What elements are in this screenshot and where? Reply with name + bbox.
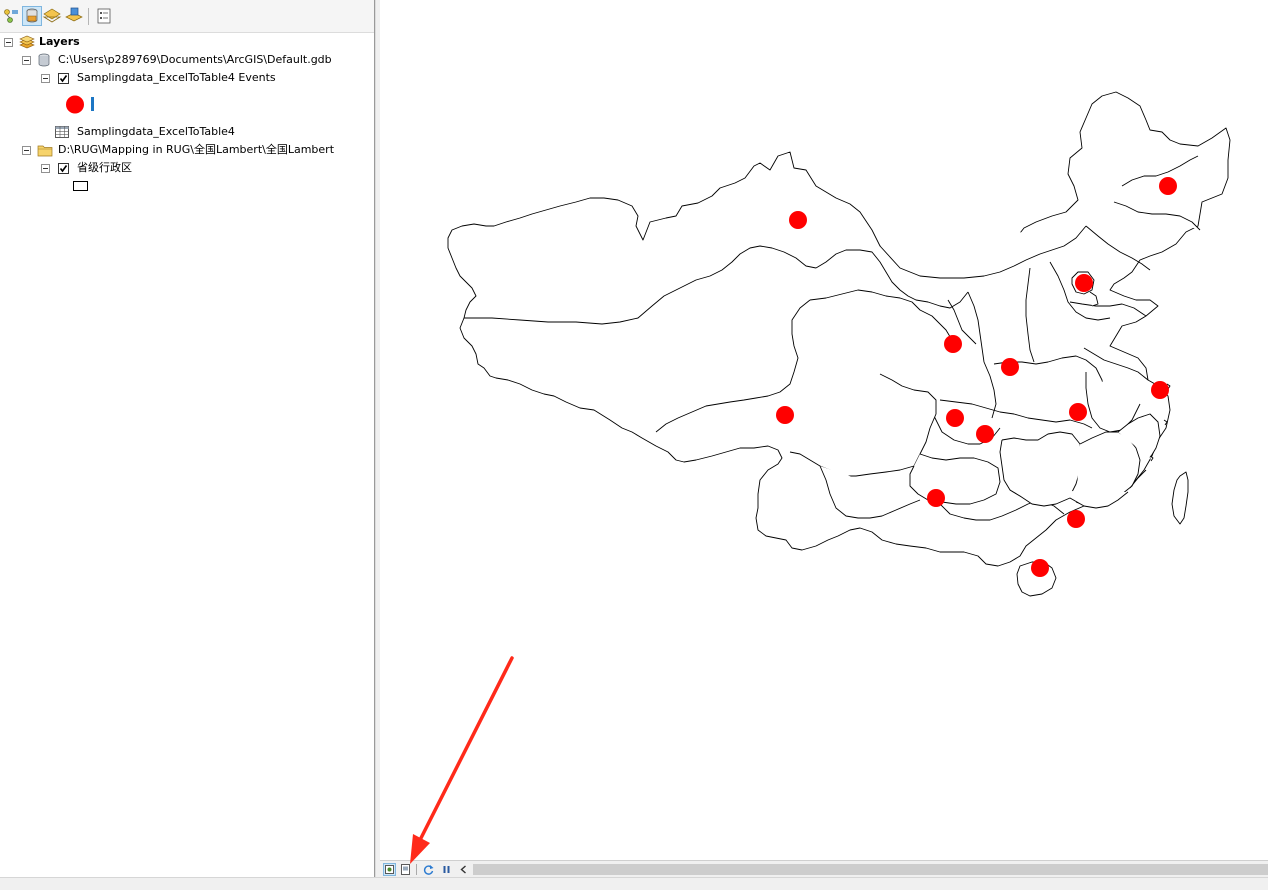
list-by-visibility-button[interactable]	[42, 6, 62, 26]
list-by-source-icon	[26, 8, 38, 23]
data-view-icon	[385, 865, 394, 874]
checkmark-icon	[59, 75, 68, 83]
geodatabase-icon	[38, 53, 50, 67]
list-by-selection-button[interactable]	[64, 6, 84, 26]
pause-drawing-icon	[443, 866, 450, 873]
province-guizhou-border	[909, 453, 1001, 505]
layout-view-button[interactable]	[399, 863, 412, 876]
collapse-layers-icon[interactable]	[4, 38, 13, 47]
sample-point-henan[interactable]	[1001, 358, 1019, 376]
province-taiwan	[1171, 471, 1189, 525]
standalone-table-node[interactable]: Samplingdata_ExcelToTable4	[0, 123, 370, 141]
table-icon	[55, 126, 69, 138]
events-layer-node[interactable]: Samplingdata_ExcelToTable4 Events	[0, 69, 370, 87]
polygon-symbol-swatch[interactable]	[72, 180, 90, 193]
list-by-visibility-icon	[42, 8, 62, 23]
sample-point-beijing[interactable]	[1075, 274, 1093, 292]
scroll-left-button[interactable]	[457, 863, 470, 876]
text-cursor-icon	[91, 97, 94, 111]
sample-point-shanghai[interactable]	[1151, 381, 1169, 399]
province-boundaries	[447, 91, 1231, 597]
table-of-contents: Layers C:\Users\p289769\Documents\ArcGIS…	[0, 0, 375, 877]
sample-point-guangdong[interactable]	[1067, 510, 1085, 528]
toolbar-separator	[88, 8, 89, 25]
refresh-button[interactable]	[422, 863, 435, 876]
sample-point-gansu[interactable]	[944, 335, 962, 353]
list-by-source-button[interactable]	[22, 6, 42, 26]
toc-toolbar	[0, 0, 374, 33]
list-by-drawing-order-button[interactable]	[2, 6, 22, 26]
sample-point-heilongjiang[interactable]	[1159, 177, 1177, 195]
events-layer-visibility-checkbox[interactable]	[58, 73, 69, 84]
map-data-view[interactable]	[380, 0, 1268, 860]
options-button[interactable]	[94, 6, 114, 26]
sample-point-hainan[interactable]	[1031, 559, 1049, 577]
sample-point-anhui[interactable]	[1069, 403, 1087, 421]
folder-workspace-node[interactable]: D:\RUG\Mapping in RUG\全国Lambert\全国Lamber…	[0, 141, 370, 159]
china-province-map	[447, 91, 1231, 597]
collapse-gdb-icon[interactable]	[22, 56, 31, 65]
horizontal-scrollbar[interactable]	[473, 864, 1268, 875]
collapse-province-layer-icon[interactable]	[41, 164, 50, 173]
province-layer-visibility-checkbox[interactable]	[58, 163, 69, 174]
status-bar	[0, 877, 1268, 890]
layers-node[interactable]: Layers	[0, 33, 370, 51]
collapse-folder-icon[interactable]	[22, 146, 31, 155]
data-view-button[interactable]	[383, 863, 396, 876]
province-layer-node[interactable]: 省级行政区	[0, 159, 370, 177]
list-by-drawing-order-icon	[4, 9, 18, 23]
sample-point-yunnan[interactable]	[927, 489, 945, 507]
collapse-events-layer-icon[interactable]	[41, 74, 50, 83]
view-bar-separator	[416, 864, 417, 875]
sample-point-sichuan[interactable]	[946, 409, 964, 427]
refresh-icon	[423, 865, 434, 875]
checkmark-icon	[59, 165, 68, 173]
folder-icon	[37, 145, 53, 157]
folder-path: D:\RUG\Mapping in RUG\全国Lambert\全国Lamber…	[58, 143, 335, 156]
sample-point-tibet[interactable]	[776, 406, 794, 424]
province-layer-label: 省级行政区	[77, 161, 132, 174]
scroll-left-icon	[460, 865, 466, 874]
sample-point-xinjiang[interactable]	[789, 211, 807, 229]
table-label: Samplingdata_ExcelToTable4	[77, 125, 235, 138]
layers-label: Layers	[39, 35, 80, 48]
layers-icon	[19, 35, 35, 49]
events-layer-label: Samplingdata_ExcelToTable4 Events	[77, 71, 276, 84]
options-icon	[97, 8, 111, 24]
pause-drawing-button[interactable]	[440, 863, 453, 876]
gdb-workspace-node[interactable]: C:\Users\p289769\Documents\ArcGIS\Defaul…	[0, 51, 370, 69]
layout-view-icon	[401, 864, 410, 875]
map-view-bar	[380, 860, 1268, 878]
sample-point-chongqing[interactable]	[976, 425, 994, 443]
point-symbol-swatch[interactable]	[62, 93, 102, 117]
gdb-path: C:\Users\p289769\Documents\ArcGIS\Defaul…	[58, 53, 332, 66]
list-by-selection-icon	[65, 7, 83, 22]
